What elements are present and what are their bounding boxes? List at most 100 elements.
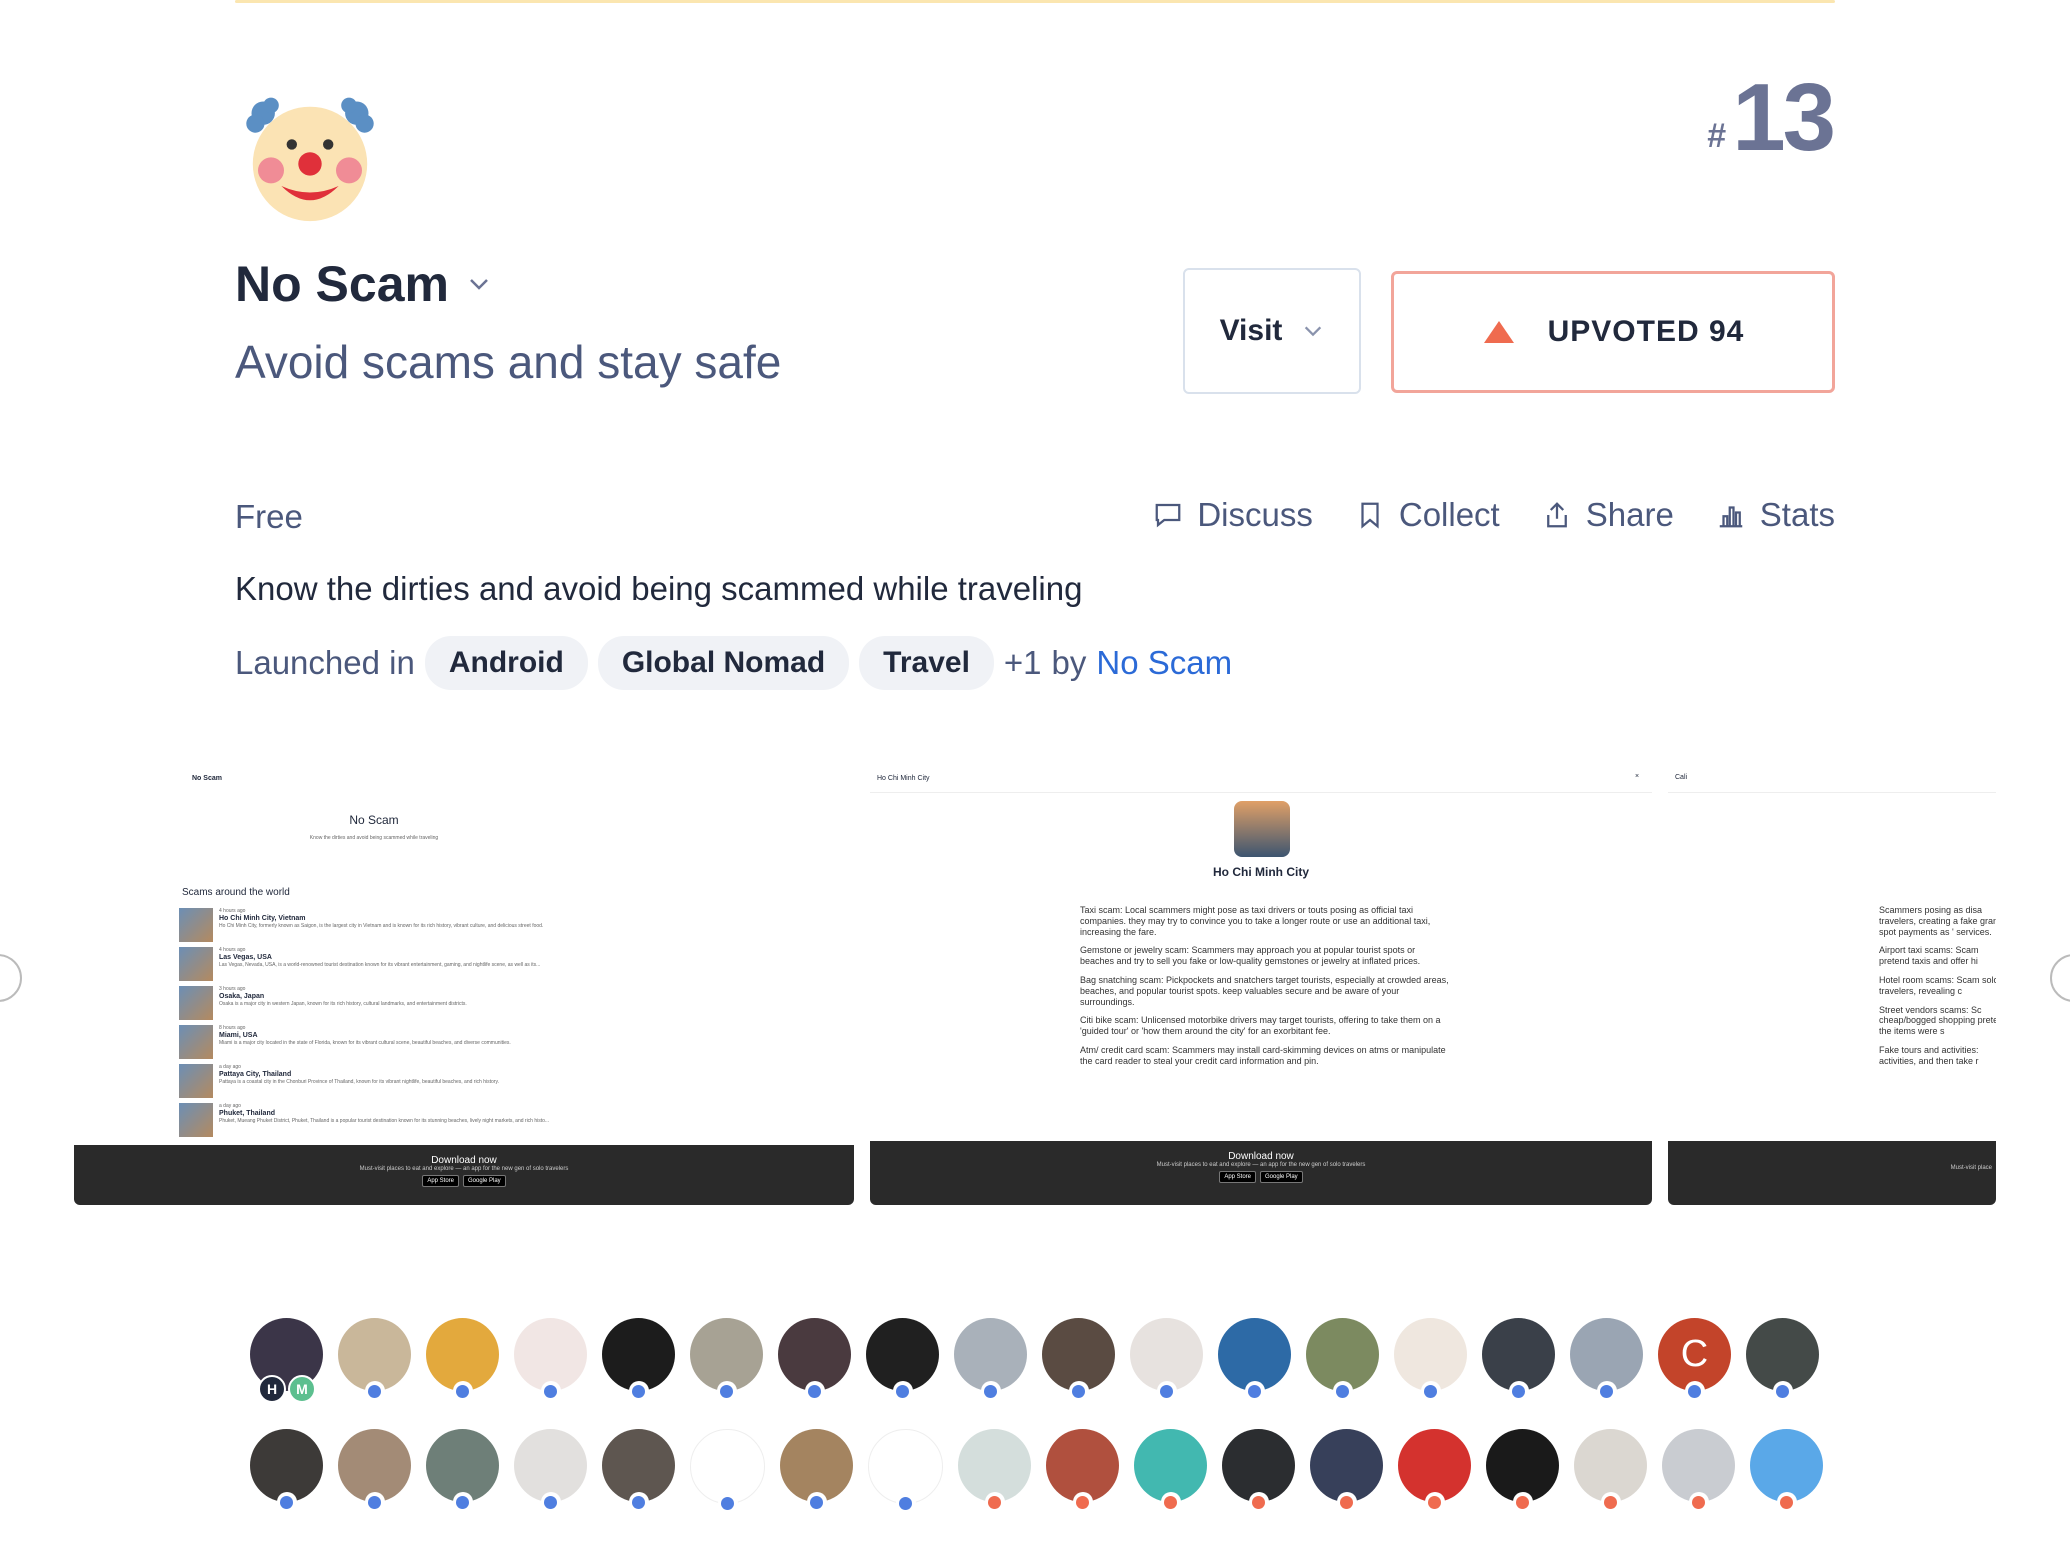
upvote-badge-icon (984, 1492, 1005, 1512)
upvote-badge-icon (1160, 1492, 1181, 1512)
upvote-label: UPVOTED 94 (1547, 315, 1745, 348)
comment-badge-icon (540, 1492, 561, 1512)
upvoter-avatar[interactable] (1134, 1429, 1207, 1512)
upvoter-avatar[interactable] (1574, 1429, 1647, 1512)
gallery-image-3[interactable]: Cali Scammers posing as disa travelers, … (1668, 765, 1996, 1205)
share-icon (1546, 502, 1567, 528)
upvoter-avatar[interactable]: C (1658, 1318, 1731, 1401)
comment-badge-icon (1684, 1381, 1705, 1401)
upvoter-avatar[interactable] (866, 1318, 939, 1401)
close-icon: × (1635, 773, 1640, 780)
upvote-badge-icon (1248, 1492, 1269, 1512)
topic-chip-global-nomad[interactable]: Global Nomad (597, 636, 850, 690)
upvoter-avatar[interactable] (1130, 1318, 1203, 1401)
upvoter-avatar[interactable] (1570, 1318, 1643, 1401)
upvoter-avatar[interactable] (514, 1429, 587, 1512)
comment-badge-icon (717, 1493, 738, 1513)
top-highlight-bar (235, 0, 1835, 3)
upvote-triangle-icon (1483, 321, 1514, 343)
upvoter-avatar[interactable] (780, 1429, 853, 1512)
upvoters-row-1: HM C (250, 1318, 1830, 1403)
row-text: Osaka is a major city in western Japan, … (219, 1001, 467, 1007)
upvoter-avatar[interactable] (1486, 1429, 1559, 1512)
upvoter-avatar[interactable] (250, 1429, 323, 1512)
bookmark-icon (1361, 502, 1379, 529)
row-city: Las Vegas, USA (219, 954, 272, 961)
upvoter-avatar[interactable] (868, 1429, 943, 1513)
divider (870, 792, 1652, 793)
upvote-badge-icon (1336, 1492, 1357, 1512)
discuss-label: Discuss (1197, 496, 1313, 533)
maker-badge: H (258, 1375, 286, 1403)
upvoter-avatar[interactable] (338, 1318, 411, 1401)
upvoter-avatar[interactable] (690, 1429, 765, 1513)
upvoters-list: HM C (250, 1318, 1830, 1542)
rank-hash: # (1707, 117, 1727, 155)
share-button[interactable]: Share (1542, 496, 1674, 534)
stats-label: Stats (1759, 496, 1835, 533)
upvoters-row-2 (250, 1429, 1830, 1513)
row-text: Las Vegas, Nevada, USA, is a world-renow… (219, 962, 541, 968)
upvoter-avatar[interactable] (1398, 1429, 1471, 1512)
upvote-button[interactable]: UPVOTED 94 (1391, 271, 1835, 393)
upvoter-avatar[interactable] (1662, 1429, 1735, 1512)
upvoter-avatar[interactable] (426, 1318, 499, 1401)
upvoter-avatar[interactable] (1222, 1429, 1295, 1512)
scam-item: Street vendors scams: Sc cheap/bogged sh… (1879, 1004, 1996, 1037)
app-store-badge: App Store (422, 1175, 459, 1187)
comment-badge-icon (1596, 1381, 1617, 1401)
download-sub: Must-visit places to eat and explore — a… (359, 1166, 569, 1172)
shot1-section-title: Scams around the world (182, 887, 290, 898)
upvoter-avatar[interactable] (958, 1429, 1031, 1512)
upvoter-avatar[interactable] (690, 1318, 763, 1401)
upvoter-avatar[interactable] (514, 1318, 587, 1401)
visit-button[interactable]: Visit (1183, 268, 1361, 394)
upvoter-avatar[interactable] (1750, 1429, 1823, 1512)
product-tagline: Avoid scams and stay safe (235, 336, 782, 388)
gallery-image-2[interactable]: Ho Chi Minh City × Ho Chi Minh City Taxi… (870, 765, 1652, 1205)
collect-label: Collect (1398, 496, 1500, 533)
upvoter-avatar[interactable] (1746, 1318, 1819, 1401)
upvoter-avatar[interactable] (1482, 1318, 1555, 1401)
row-city: Osaka, Japan (219, 993, 265, 1000)
scam-item: Hotel room scams: Scam solo travelers, r… (1879, 974, 1996, 996)
action-bar: Discuss Collect Share Stats (1153, 496, 1835, 534)
discuss-button[interactable]: Discuss (1153, 496, 1313, 534)
maker-link[interactable]: No Scam (1096, 644, 1232, 682)
upvote-badge-icon (1072, 1492, 1093, 1512)
upvoter-avatar[interactable] (426, 1429, 499, 1512)
upvoter-avatar[interactable] (602, 1318, 675, 1401)
topic-chip-travel[interactable]: Travel (859, 636, 994, 690)
stats-button[interactable]: Stats (1716, 496, 1835, 534)
more-topics[interactable]: +1 (1004, 644, 1042, 682)
row-time: 4 hours ago (219, 947, 246, 953)
comment-badge-icon (895, 1493, 916, 1513)
comment-badge-icon (276, 1492, 297, 1512)
upvoter-avatar[interactable] (954, 1318, 1027, 1401)
collect-button[interactable]: Collect (1355, 496, 1500, 534)
upvoter-avatar[interactable] (1042, 1318, 1115, 1401)
comment-badge-icon (452, 1381, 473, 1401)
upvoter-avatar[interactable] (602, 1429, 675, 1512)
upvote-badge-icon (1688, 1492, 1709, 1512)
gallery-image-1[interactable]: No Scam No Scam Know the dirties and avo… (74, 765, 854, 1205)
list-item: 8 hours ago Miami, USA Miami is a major ci… (179, 1025, 649, 1061)
upvoter-avatar[interactable] (1046, 1429, 1119, 1512)
download-title: Download now (431, 1155, 497, 1166)
list-item: 3 hours ago Osaka, Japan Osaka is a major … (179, 986, 649, 1022)
comment-badge-icon (628, 1381, 649, 1401)
upvoter-avatar[interactable] (778, 1318, 851, 1401)
upvoter-avatar[interactable] (1394, 1318, 1467, 1401)
upvoter-avatar[interactable]: HM (250, 1318, 323, 1403)
pricing-label: Free (235, 498, 303, 535)
upvoter-avatar[interactable] (1218, 1318, 1291, 1401)
upvote-badge-icon (1512, 1492, 1533, 1512)
upvoter-avatar[interactable] (1310, 1429, 1383, 1512)
upvoter-avatar[interactable] (338, 1429, 411, 1512)
topic-chip-android[interactable]: Android (424, 636, 588, 690)
upvoter-avatar[interactable] (1306, 1318, 1379, 1401)
product-name-menu[interactable]: No Scam (235, 255, 491, 313)
list-item: a day ago Phuket, Thailand Phuket, Mueang … (179, 1103, 649, 1139)
shot3-download-banner: Must-visit place (1668, 1141, 1996, 1205)
shot1-app-name: No Scam (349, 813, 399, 827)
